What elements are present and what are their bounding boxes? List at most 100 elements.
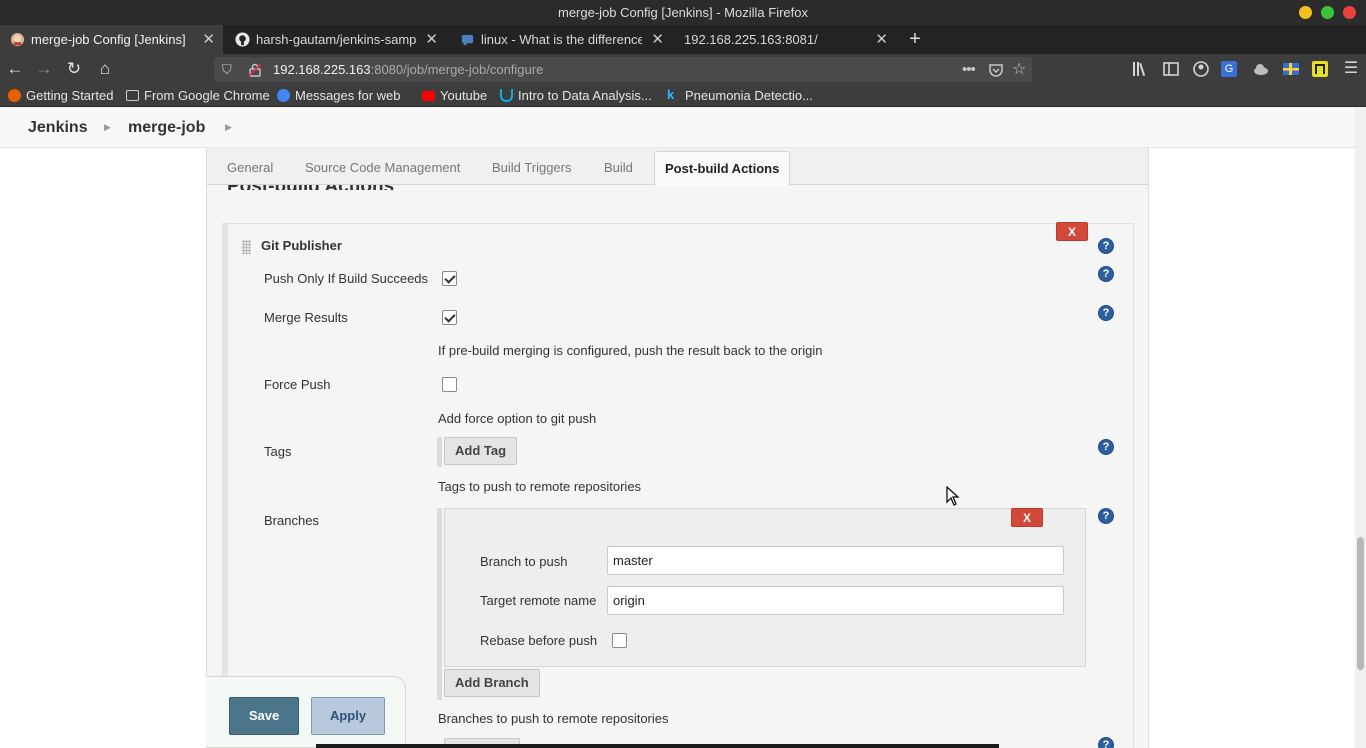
close-tab-icon[interactable]: ✕ xyxy=(202,25,215,54)
close-tab-icon[interactable]: ✕ xyxy=(425,25,438,54)
help-icon[interactable]: ? xyxy=(1098,508,1114,524)
tags-indent-bar xyxy=(437,437,442,467)
url-path: :8080/job/merge-job/configure xyxy=(370,62,544,77)
help-icon[interactable]: ? xyxy=(1098,305,1114,321)
drag-handle-icon[interactable] xyxy=(242,240,251,254)
hamburger-menu-icon[interactable]: ☰ xyxy=(1341,59,1361,79)
account-icon[interactable] xyxy=(1191,59,1211,79)
stackexchange-icon xyxy=(461,34,474,46)
tab-build-triggers[interactable]: Build Triggers xyxy=(482,151,581,185)
breadcrumb-merge-job[interactable]: merge-job xyxy=(128,107,205,148)
branches-label: Branches xyxy=(264,513,319,528)
tab-build[interactable]: Build xyxy=(594,151,643,185)
bookmark-label: Getting Started xyxy=(26,88,114,103)
forward-icon[interactable]: → xyxy=(33,58,55,80)
browser-tab-local[interactable]: 192.168.225.163:8081/ ✕ xyxy=(674,25,896,54)
browser-tab-stackexchange[interactable]: linux - What is the difference ✕ xyxy=(450,25,672,54)
push-only-checkbox[interactable] xyxy=(442,271,457,286)
library-icon[interactable] xyxy=(1130,59,1150,79)
bookmark-folder-chrome[interactable]: From Google Chrome xyxy=(126,85,270,106)
config-panel: Post-build Actions General Source Code M… xyxy=(206,148,1149,748)
save-apply-bar: Save Apply xyxy=(206,676,406,748)
pocket-icon[interactable] xyxy=(988,62,1004,78)
bookmark-star-icon[interactable]: ☆ xyxy=(1012,57,1026,82)
target-remote-input[interactable] xyxy=(607,586,1064,615)
merge-results-checkbox[interactable] xyxy=(442,310,457,325)
new-tab-button[interactable]: + xyxy=(904,25,926,54)
bookmark-youtube[interactable]: Youtube xyxy=(422,85,487,106)
bookmark-label: Youtube xyxy=(440,88,488,103)
bookmarks-bar: Getting Started From Google Chrome Messa… xyxy=(0,85,1366,107)
tab-general[interactable]: General xyxy=(217,151,283,185)
save-button[interactable]: Save xyxy=(229,697,299,735)
cloud-icon[interactable] xyxy=(1251,59,1271,79)
bookmark-kaggle[interactable]: k Pneumonia Detectio... xyxy=(667,85,813,106)
folder-icon xyxy=(126,90,139,101)
branch-to-push-label: Branch to push xyxy=(480,554,568,569)
breadcrumb-separator-icon[interactable]: ▶ xyxy=(225,107,232,148)
tab-source-code-management[interactable]: Source Code Management xyxy=(295,151,470,185)
merge-results-description: If pre-build merging is configured, push… xyxy=(438,343,823,358)
jenkins-icon xyxy=(10,32,25,47)
apply-button[interactable]: Apply xyxy=(311,697,385,735)
delete-publisher-button[interactable]: X xyxy=(1056,222,1088,241)
bookmark-getting-started[interactable]: Getting Started xyxy=(8,85,113,106)
minimize-icon[interactable] xyxy=(1299,6,1312,19)
tags-label: Tags xyxy=(264,444,292,459)
bookmark-label: Intro to Data Analysis... xyxy=(518,88,652,103)
close-tab-icon[interactable]: ✕ xyxy=(875,25,888,54)
branch-to-push-input[interactable] xyxy=(607,546,1064,575)
git-publisher-title: Git Publisher xyxy=(261,238,342,253)
shield-icon[interactable]: ⛉ xyxy=(222,57,232,82)
navigation-bar: ← → ↻ ⌂ ⛉ 192.168.225.163:8080/job/merge… xyxy=(0,54,1366,85)
config-tab-bar: General Source Code Management Build Tri… xyxy=(207,148,1148,186)
git-publisher-block: Git Publisher X Push Only If Build Succe… xyxy=(222,222,1134,748)
udacity-icon xyxy=(500,89,513,102)
reload-icon[interactable]: ↻ xyxy=(63,58,85,80)
back-icon[interactable]: ← xyxy=(4,58,26,80)
jenkins-breadcrumb-bar: Jenkins ▶ merge-job ▶ xyxy=(0,107,1355,148)
scrollbar-thumb[interactable] xyxy=(1357,537,1364,670)
youtube-icon xyxy=(422,91,435,101)
bookmark-udacity[interactable]: Intro to Data Analysis... xyxy=(500,85,652,106)
bookmark-label: Messages for web xyxy=(295,88,401,103)
help-icon[interactable]: ? xyxy=(1098,439,1114,455)
sidebar-icon[interactable] xyxy=(1161,59,1181,79)
close-window-icon[interactable] xyxy=(1343,6,1356,19)
target-remote-label: Target remote name xyxy=(480,593,597,608)
branches-indent-bar xyxy=(437,508,442,700)
branch-entry-box: X Branch to push Target remote name Reba… xyxy=(444,508,1086,667)
page-actions-icon[interactable]: ••• xyxy=(962,57,976,82)
tab-label: linux - What is the difference xyxy=(481,32,642,47)
help-icon[interactable]: ? xyxy=(1098,238,1114,254)
tab-post-build-actions[interactable]: Post-build Actions xyxy=(654,151,791,186)
tags-description: Tags to push to remote repositories xyxy=(438,479,642,494)
bookmark-messages[interactable]: Messages for web xyxy=(277,85,401,106)
help-icon[interactable]: ? xyxy=(1098,737,1114,748)
close-tab-icon[interactable]: ✕ xyxy=(651,25,664,54)
notion-extension-icon[interactable] xyxy=(1312,61,1328,77)
force-push-checkbox[interactable] xyxy=(442,377,457,392)
browser-tab-jenkins[interactable]: merge-job Config [Jenkins] ✕ xyxy=(0,25,223,54)
breadcrumb-jenkins[interactable]: Jenkins xyxy=(28,107,88,148)
force-push-label: Force Push xyxy=(264,377,331,392)
add-tag-button[interactable]: Add Tag xyxy=(444,437,518,465)
delete-branch-button[interactable]: X xyxy=(1011,508,1043,527)
tab-label: harsh-gautam/jenkins-sampl xyxy=(256,32,416,47)
add-branch-button[interactable]: Add Branch xyxy=(444,669,540,697)
tab-strip: merge-job Config [Jenkins] ✕ harsh-gauta… xyxy=(0,25,1366,54)
page-scrollbar[interactable] xyxy=(1355,107,1366,748)
translate-icon[interactable]: G xyxy=(1221,61,1237,77)
insecure-lock-icon[interactable] xyxy=(248,63,262,77)
url-bar[interactable]: ⛉ 192.168.225.163:8080/job/merge-job/con… xyxy=(214,57,1032,82)
bookmark-label: From Google Chrome xyxy=(144,88,270,103)
browser-tab-github[interactable]: harsh-gautam/jenkins-sampl ✕ xyxy=(225,25,446,54)
extension-flag-icon[interactable] xyxy=(1281,59,1301,79)
home-icon[interactable]: ⌂ xyxy=(94,58,116,80)
rebase-before-push-checkbox[interactable] xyxy=(612,633,627,648)
help-icon[interactable]: ? xyxy=(1098,266,1114,282)
maximize-icon[interactable] xyxy=(1321,6,1334,19)
status-strip xyxy=(316,744,999,748)
branches-description: Branches to push to remote repositories xyxy=(438,711,669,726)
github-icon xyxy=(235,32,250,47)
